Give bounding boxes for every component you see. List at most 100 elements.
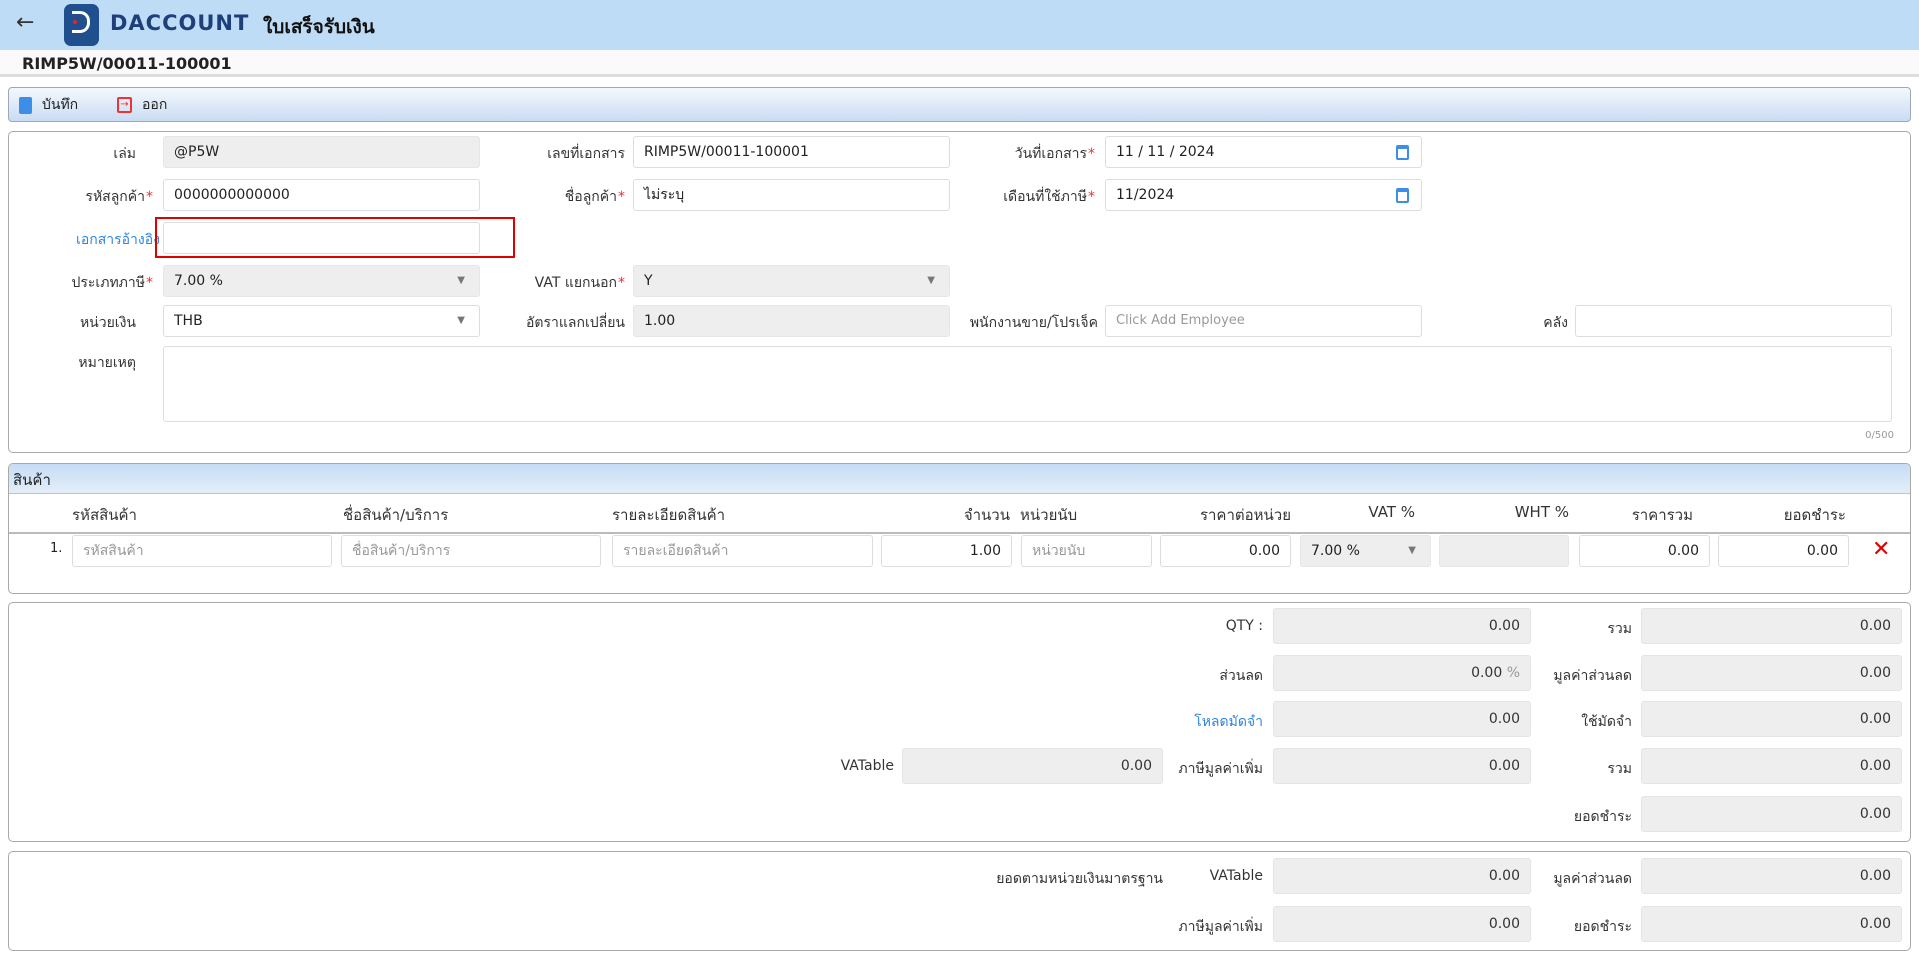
std-vat-amount-label: ภาษีมูลค่าเพิ่ม — [1178, 919, 1263, 935]
load-deposit-link[interactable]: โหลดมัดจำ — [1100, 711, 1263, 733]
load-deposit-total: 0.00 — [1273, 701, 1531, 737]
col-header-name: ชื่อสินค้า/บริการ — [343, 506, 449, 524]
product-name-input[interactable]: ชื่อสินค้า/บริการ — [341, 535, 601, 567]
vat-value: 7.00 % — [1311, 543, 1360, 559]
caret-down-icon: ▼ — [1408, 545, 1416, 556]
std-discount-value-total: 0.00 — [1641, 858, 1902, 894]
doc-date-value: 11 / 11 / 2024 — [1116, 144, 1215, 160]
unit-price-input[interactable]: 0.00 — [1160, 535, 1291, 567]
pay-amount-input[interactable]: 0.00 — [1718, 535, 1849, 567]
discount-value-label: มูลค่าส่วนลด — [1553, 668, 1632, 684]
vat-separate-label: VAT แยกนอก — [400, 272, 625, 294]
doc-no-label: เลขที่เอกสาร — [547, 146, 625, 162]
tax-month-field[interactable]: 11/2024 — [1105, 179, 1422, 211]
net-label: ยอดชำระ — [1573, 809, 1632, 825]
col-header-price: ราคาต่อหน่วย — [1199, 506, 1291, 524]
sum2-total: 0.00 — [1641, 748, 1902, 784]
highlight-box — [155, 217, 515, 258]
discount-field[interactable]: 0.00 % — [1273, 655, 1531, 691]
employee-field[interactable]: Click Add Employee — [1105, 305, 1422, 337]
discount-value: 0.00 — [1471, 665, 1503, 681]
warehouse-label: คลัง — [1543, 315, 1568, 331]
col-header-detail: รายละเอียดสินค้า — [612, 506, 726, 524]
use-deposit-total: 0.00 — [1641, 701, 1902, 737]
save-label: บันทึก — [42, 97, 79, 113]
col-header-pay: ยอดชำระ — [1783, 506, 1846, 524]
book-label: เล่ม — [113, 146, 136, 162]
app-header: ← DACCOUNT ใบเสร็จรับเงิน — [0, 0, 1919, 50]
vat-amount-total: 0.00 — [1273, 748, 1531, 784]
std-vatable-total: 0.00 — [1273, 858, 1531, 894]
exit-label: ออก — [142, 97, 168, 113]
products-title: สินค้า — [9, 464, 1910, 494]
tax-type-label: ประเภทภาษี — [8, 272, 153, 294]
vatable-label: VATable — [840, 758, 894, 774]
vat-amount-label: ภาษีมูลค่าเพิ่ม — [1178, 761, 1263, 777]
save-icon — [19, 96, 32, 114]
qty-total: 0.00 — [1273, 608, 1531, 644]
remark-label: หมายเหตุ — [78, 355, 136, 371]
vat-separate-select[interactable]: Y ▼ — [633, 265, 950, 297]
remark-counter: 0/500 — [1865, 430, 1894, 441]
col-header-code: รหัสสินค้า — [72, 506, 137, 524]
customer-code-label: รหัสลูกค้า — [8, 186, 153, 208]
tax-month-label: เดือนที่ใช้ภาษี — [880, 186, 1095, 208]
doc-number-bar: RIMP5W/00011-100001 — [0, 50, 1919, 77]
tax-type-value: 7.00 % — [174, 273, 223, 289]
std-vatable-label: VATable — [1209, 868, 1263, 884]
col-header-total: ราคารวม — [1631, 506, 1693, 524]
tax-month-value: 11/2024 — [1116, 187, 1175, 203]
vat-select[interactable]: 7.00 % ▼ — [1300, 535, 1431, 567]
product-code-input[interactable]: รหัสสินค้า — [72, 535, 332, 567]
reference-doc-link[interactable]: เอกสารอ้างอิง — [8, 229, 160, 251]
exit-button[interactable]: → ออก — [117, 94, 167, 116]
back-arrow-icon[interactable]: ← — [16, 10, 34, 35]
doc-date-field[interactable]: 11 / 11 / 2024 — [1105, 136, 1422, 168]
delete-row-icon[interactable]: ✕ — [1872, 537, 1890, 562]
use-deposit-label: ใช้มัดจำ — [1581, 714, 1632, 730]
col-header-vat: VAT % — [1368, 503, 1415, 521]
doc-number: RIMP5W/00011-100001 — [22, 54, 232, 73]
remark-textarea[interactable] — [163, 346, 1892, 422]
unit-input[interactable]: หน่วยนับ — [1021, 535, 1152, 567]
percent-unit: % — [1506, 665, 1520, 681]
save-button[interactable]: บันทึก — [19, 94, 78, 116]
logo-text: DACCOUNT — [110, 11, 250, 35]
sum-total: 0.00 — [1641, 608, 1902, 644]
net-total: 0.00 — [1641, 796, 1902, 832]
caret-down-icon: ▼ — [927, 275, 935, 286]
std-net-label: ยอดชำระ — [1573, 919, 1632, 935]
std-net-total: 0.00 — [1641, 906, 1902, 942]
discount-value-total: 0.00 — [1641, 655, 1902, 691]
employee-label: พนักงานขาย/โปรเจ็ค — [969, 315, 1098, 331]
product-detail-input[interactable]: รายละเอียดสินค้า — [612, 535, 873, 567]
page-title: ใบเสร็จรับเงิน — [263, 16, 375, 38]
customer-name-label: ชื่อลูกค้า — [400, 186, 625, 208]
std-vat-amount-total: 0.00 — [1273, 906, 1531, 942]
currency-value: THB — [174, 313, 203, 329]
wht-input[interactable] — [1439, 535, 1569, 567]
discount-label: ส่วนลด — [1219, 668, 1263, 684]
logo-icon — [64, 4, 99, 46]
std-discount-value-label: มูลค่าส่วนลด — [1553, 871, 1632, 887]
col-header-wht: WHT % — [1514, 503, 1569, 521]
warehouse-field[interactable] — [1575, 305, 1892, 337]
calendar-icon[interactable] — [1396, 188, 1409, 203]
row-number: 1. — [50, 541, 63, 556]
col-header-unit: หน่วยนับ — [1020, 506, 1078, 524]
total-price-input[interactable]: 0.00 — [1579, 535, 1710, 567]
qty-label: QTY : — [1225, 618, 1263, 634]
currency-label: หน่วยเงิน — [79, 315, 136, 331]
sum-label: รวม — [1607, 621, 1632, 637]
exit-icon: → — [117, 97, 132, 113]
standard-title: ยอดตามหน่วยเงินมาตรฐาน — [996, 871, 1163, 887]
products-panel: สินค้า — [8, 463, 1911, 594]
vat-separate-value: Y — [644, 273, 653, 289]
doc-date-label: วันที่เอกสาร — [880, 143, 1095, 165]
toolbar: บันทึก → ออก — [8, 87, 1911, 122]
sum2-label: รวม — [1607, 761, 1632, 777]
col-header-qty: จำนวน — [963, 506, 1010, 524]
exchange-rate-label: อัตราแลกเปลี่ยน — [526, 315, 625, 331]
qty-input[interactable]: 1.00 — [881, 535, 1012, 567]
calendar-icon[interactable] — [1396, 145, 1409, 160]
